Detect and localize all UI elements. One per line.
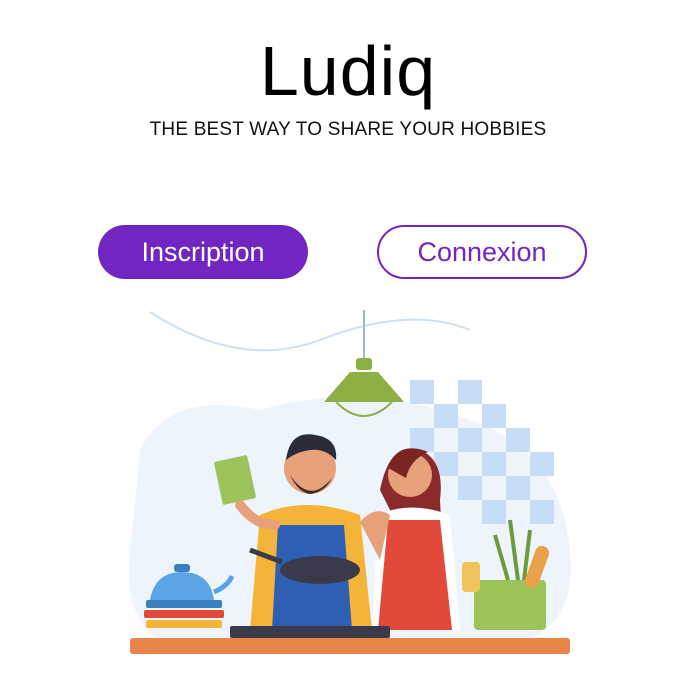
kitchen-counter — [130, 638, 570, 654]
login-button[interactable]: Connexion — [377, 225, 587, 279]
lamp-icon — [324, 310, 404, 417]
app-tagline: THE BEST WAY TO SHARE YOUR HOBBIES — [149, 119, 547, 140]
app-title: Ludiq — [259, 32, 437, 110]
signup-button[interactable]: Inscription — [98, 225, 308, 279]
cooking-couple-illustration — [128, 310, 572, 654]
